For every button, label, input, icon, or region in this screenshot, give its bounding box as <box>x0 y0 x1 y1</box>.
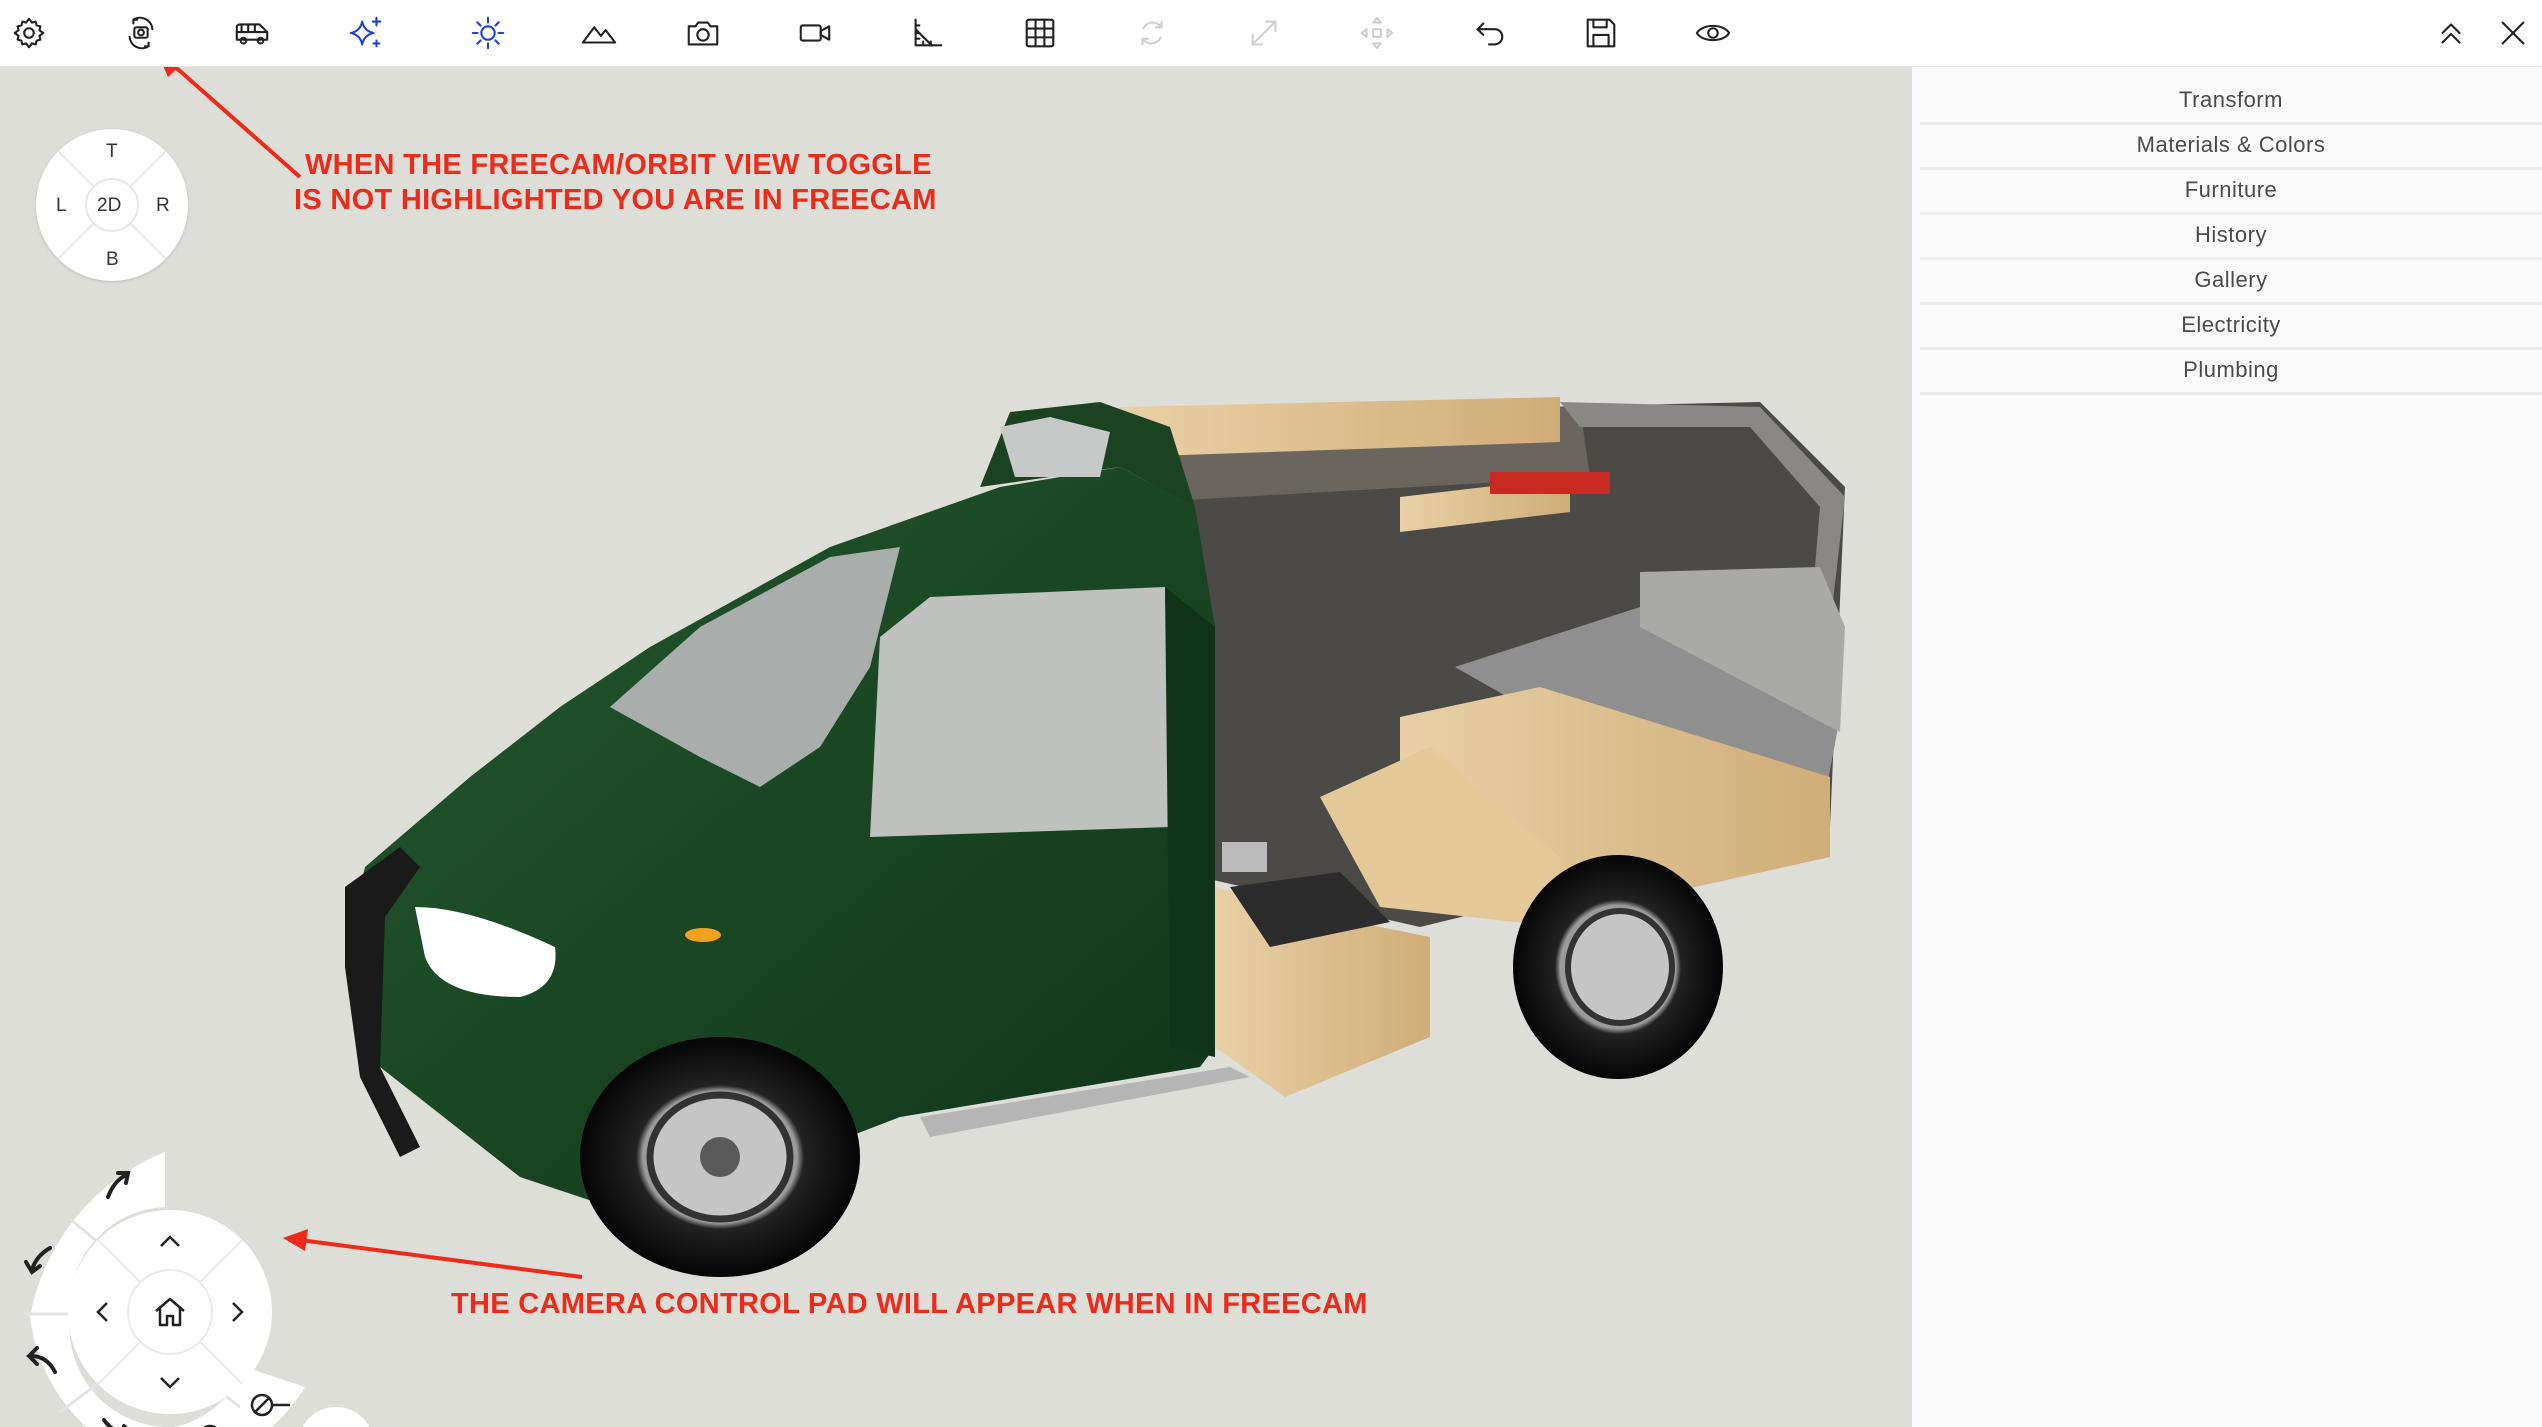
view-2d-button[interactable]: 2D <box>97 195 121 217</box>
undo-button[interactable] <box>1462 6 1516 60</box>
annotation-freecam-toggle-line1: WHEN THE FREECAM/ORBIT VIEW TOGGLE <box>305 149 932 181</box>
view-left-button[interactable]: L <box>56 195 67 217</box>
visibility-button[interactable] <box>1686 6 1740 60</box>
move-button[interactable] <box>1350 6 1404 60</box>
3d-viewport[interactable]: T B L R 2D WHEN THE FREECAM/ORBIT VIEW T… <box>0 67 1912 1427</box>
settings-icon <box>13 17 45 49</box>
side-panel: Transform Materials & Colors Furniture H… <box>1912 67 2542 1427</box>
orbit-back-icon[interactable] <box>25 1342 61 1378</box>
view-cube: T B L R 2D <box>36 129 188 281</box>
pan-down-icon[interactable] <box>157 1373 183 1393</box>
menu-item-electricity[interactable]: Electricity <box>1920 303 2542 350</box>
scale-icon <box>1251 20 1277 46</box>
zoom-in-icon[interactable] <box>190 1422 226 1427</box>
menu-item-plumbing[interactable]: Plumbing <box>1920 348 2542 395</box>
freecam-orbit-toggle-button[interactable] <box>114 6 168 60</box>
grid-icon <box>1025 18 1055 48</box>
orbit-left-icon[interactable] <box>22 1242 58 1278</box>
pan-left-icon[interactable] <box>92 1299 112 1325</box>
menu-item-transform[interactable]: Transform <box>1920 78 2542 125</box>
view-right-button[interactable]: R <box>156 195 170 217</box>
effects-button[interactable] <box>339 6 393 60</box>
save-button[interactable] <box>1574 6 1628 60</box>
view-top-button[interactable]: T <box>106 141 118 163</box>
settings-button[interactable] <box>2 6 56 60</box>
rotate-button[interactable] <box>1125 6 1179 60</box>
menu-item-history[interactable]: History <box>1920 213 2542 260</box>
record-button[interactable] <box>788 6 842 60</box>
pan-right-icon[interactable] <box>228 1299 248 1325</box>
measure-icon <box>914 18 943 47</box>
grid-button[interactable] <box>1013 6 1067 60</box>
menu-item-furniture[interactable]: Furniture <box>1920 168 2542 215</box>
rotate-icon <box>1141 20 1163 46</box>
van-icon <box>235 23 269 45</box>
terrain-icon <box>581 26 617 44</box>
collapse-panel-button[interactable] <box>2424 6 2478 60</box>
undo-icon <box>1476 22 1504 46</box>
save-icon <box>1586 18 1616 48</box>
collapse-up-icon <box>2441 23 2461 44</box>
eye-icon <box>1695 24 1731 42</box>
camera-icon <box>687 21 719 46</box>
scale-button[interactable] <box>1237 6 1291 60</box>
freecam-orbit-toggle-icon <box>128 16 154 50</box>
screenshot-button[interactable] <box>676 6 730 60</box>
lighting-button[interactable] <box>461 6 515 60</box>
annotation-freecam-toggle-line2: IS NOT HIGHLIGHTED YOU ARE IN FREECAM <box>294 184 937 216</box>
sparkle-icon <box>349 16 382 48</box>
home-icon[interactable] <box>152 1295 188 1329</box>
close-icon <box>2501 21 2525 45</box>
measure-button[interactable] <box>900 6 954 60</box>
orbit-forward-icon[interactable] <box>100 1412 136 1427</box>
move-icon <box>1360 16 1394 50</box>
view-bottom-button[interactable]: B <box>106 249 119 271</box>
menu-item-materials-colors[interactable]: Materials & Colors <box>1920 123 2542 170</box>
camera-control-pad <box>0 1067 420 1427</box>
vehicle-button[interactable] <box>225 6 279 60</box>
close-button[interactable] <box>2486 6 2540 60</box>
environment-button[interactable] <box>572 6 626 60</box>
video-icon <box>799 24 831 42</box>
sun-icon <box>471 16 505 50</box>
pan-up-icon[interactable] <box>157 1231 183 1251</box>
annotation-camera-pad: THE CAMERA CONTROL PAD WILL APPEAR WHEN … <box>451 1288 1368 1320</box>
menu-item-gallery[interactable]: Gallery <box>1920 258 2542 305</box>
zoom-out-icon[interactable] <box>248 1387 292 1423</box>
tilt-up-icon[interactable] <box>100 1167 136 1203</box>
top-toolbar <box>0 0 2542 67</box>
